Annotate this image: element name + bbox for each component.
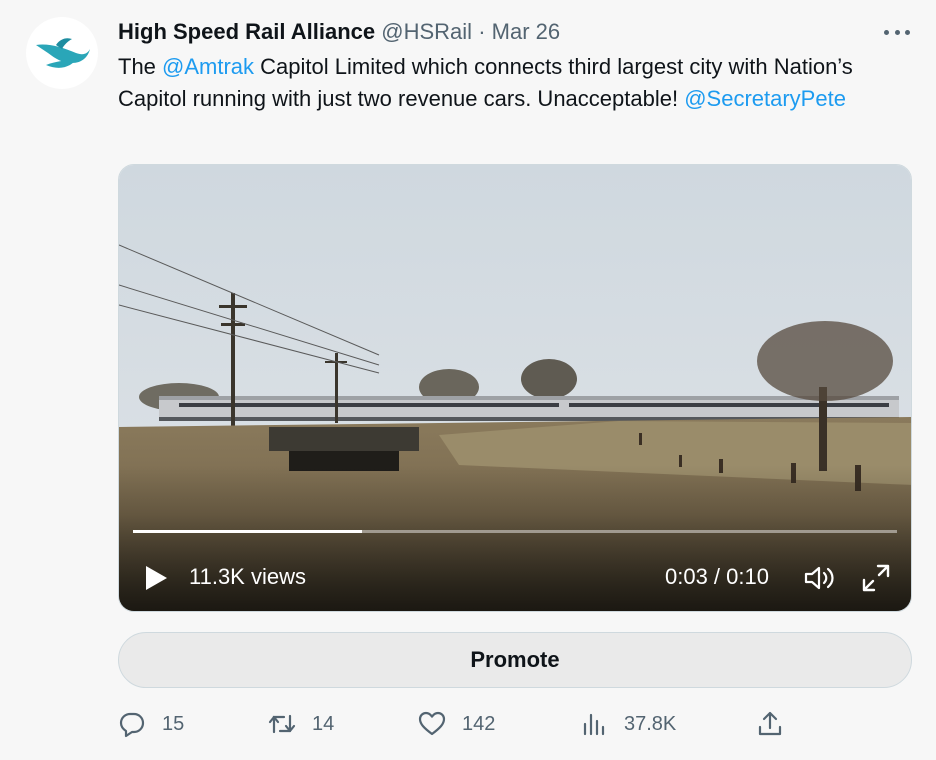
- tweet-header: High Speed Rail Alliance @HSRail · Mar 2…: [118, 18, 560, 46]
- author-name[interactable]: High Speed Rail Alliance: [118, 19, 375, 44]
- author-handle[interactable]: @HSRail: [381, 19, 472, 44]
- retweet-count: 14: [312, 712, 335, 735]
- play-icon[interactable]: [143, 565, 169, 591]
- tweet-actions: 15 14 142 37.8K: [0, 706, 936, 742]
- promote-button[interactable]: Promote: [118, 632, 912, 688]
- header-separator: ·: [478, 19, 486, 44]
- retweet-button[interactable]: 14: [268, 706, 334, 742]
- more-dots-icon[interactable]: [884, 22, 910, 42]
- video-progress-fill: [133, 530, 363, 533]
- tweet: High Speed Rail Alliance @HSRail · Mar 2…: [0, 0, 936, 760]
- mention-link[interactable]: @SecretaryPete: [684, 86, 846, 111]
- video-timecode: 0:03 / 0:10: [665, 564, 769, 589]
- tweet-text: The @Amtrak Capitol Limited which connec…: [118, 51, 908, 115]
- video-frame: [119, 165, 911, 611]
- tweet-text-part: The: [118, 54, 163, 79]
- reply-count: 15: [162, 712, 185, 735]
- like-count: 142: [462, 712, 496, 735]
- like-button[interactable]: 142: [418, 706, 495, 742]
- avatar[interactable]: [26, 17, 98, 89]
- views-button[interactable]: 37.8K: [580, 706, 676, 742]
- mention-link[interactable]: @Amtrak: [162, 54, 254, 79]
- share-button[interactable]: [756, 706, 800, 742]
- tweet-date[interactable]: Mar 26: [492, 19, 560, 44]
- reply-button[interactable]: 15: [118, 706, 184, 742]
- retweet-icon: [268, 714, 296, 734]
- bird-logo-icon: [36, 38, 90, 68]
- video-views: 11.3K views: [189, 564, 306, 589]
- fullscreen-icon[interactable]: [861, 563, 891, 593]
- reply-icon: [119, 712, 145, 738]
- video-progress-bar[interactable]: [133, 530, 897, 533]
- volume-icon[interactable]: [803, 564, 837, 592]
- video-player[interactable]: 11.3K views 0:03 / 0:10: [118, 164, 912, 612]
- share-icon: [758, 711, 782, 736]
- analytics-icon: [583, 713, 605, 736]
- views-count: 37.8K: [624, 712, 677, 735]
- heart-icon: [418, 711, 446, 736]
